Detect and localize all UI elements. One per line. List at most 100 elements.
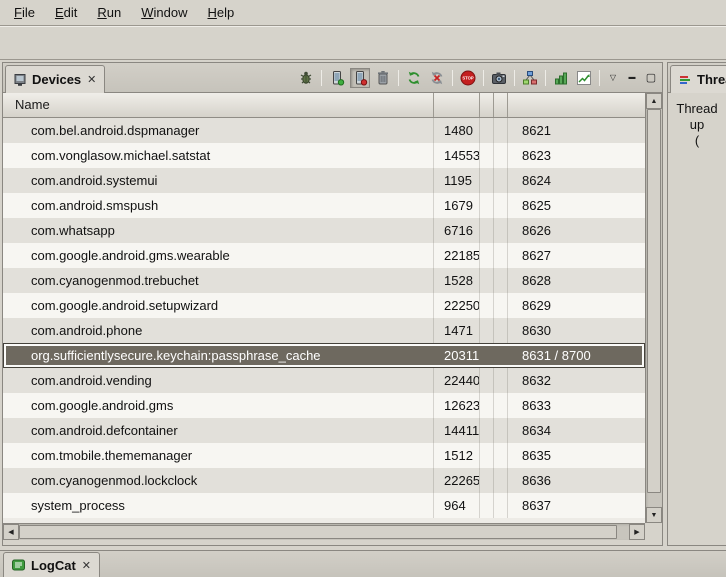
process-cell-empty	[480, 218, 494, 243]
devices-toolbar: STOP ▽ ▬ ▢	[296, 63, 659, 92]
tab-threads[interactable]: Threads	[670, 65, 726, 93]
process-row[interactable]: com.whatsapp 6716 8626	[3, 218, 645, 243]
process-cell-empty	[494, 393, 508, 418]
process-cell-empty	[480, 268, 494, 293]
close-icon[interactable]: ✕	[81, 559, 92, 572]
devices-tab-label: Devices	[32, 72, 81, 87]
process-row[interactable]: com.cyanogenmod.lockclock 22265 8636	[3, 468, 645, 493]
close-icon[interactable]: ✕	[86, 73, 97, 86]
process-cell-empty	[494, 318, 508, 343]
process-cell-empty	[480, 393, 494, 418]
menu-window[interactable]: Window	[131, 2, 197, 23]
menubar: File Edit Run Window Help	[0, 0, 726, 26]
threads-tab-icon	[678, 73, 692, 87]
scroll-down-button[interactable]: ▼	[646, 507, 662, 523]
cause-gc-icon[interactable]	[373, 68, 393, 88]
debug-process-icon[interactable]	[296, 68, 316, 88]
process-row[interactable]: com.android.smspush 1679 8625	[3, 193, 645, 218]
vertical-scrollbar[interactable]: ▲ ▼	[645, 93, 662, 523]
process-row[interactable]: com.android.defcontainer 14411 8634	[3, 418, 645, 443]
menu-run[interactable]: Run	[87, 2, 131, 23]
column-header-name[interactable]: Name	[3, 93, 434, 117]
process-row[interactable]: system_process 964 8637	[3, 493, 645, 518]
process-cell-empty	[494, 493, 508, 518]
process-port: 8625	[508, 193, 645, 218]
process-port: 8630	[508, 318, 645, 343]
system-info-chart-icon[interactable]	[574, 68, 594, 88]
start-method-profiling-icon[interactable]	[427, 68, 447, 88]
dump-hprof-icon[interactable]	[350, 68, 370, 88]
threads-view: Threads Thread up (	[667, 62, 726, 546]
profiling-bars-icon[interactable]	[551, 68, 571, 88]
process-port: 8629	[508, 293, 645, 318]
update-heap-icon[interactable]	[327, 68, 347, 88]
process-name: com.cyanogenmod.trebuchet	[3, 268, 434, 293]
threads-message-line2: (	[668, 133, 726, 149]
process-pid: 22250	[434, 293, 480, 318]
process-name: com.google.android.gms.wearable	[3, 243, 434, 268]
process-row[interactable]: com.android.systemui 1195 8624	[3, 168, 645, 193]
minimize-icon[interactable]: ▬	[624, 68, 640, 88]
process-pid: 20311	[434, 343, 480, 368]
process-row[interactable]: com.vonglasow.michael.satstat 14553 8623	[3, 143, 645, 168]
process-cell-empty	[494, 418, 508, 443]
toolbar-separator	[545, 70, 546, 86]
process-cell-empty	[494, 468, 508, 493]
process-row[interactable]: com.google.android.gms 12623 8633	[3, 393, 645, 418]
process-row[interactable]: com.google.android.setupwizard 22250 862…	[3, 293, 645, 318]
horizontal-scroll-thumb[interactable]	[19, 525, 617, 539]
process-port: 8627	[508, 243, 645, 268]
menu-help[interactable]: Help	[197, 2, 244, 23]
process-port: 8632	[508, 368, 645, 393]
column-header-pid[interactable]	[434, 93, 480, 117]
menu-file[interactable]: File	[4, 2, 45, 23]
scroll-right-button[interactable]: ▶	[629, 524, 645, 540]
process-cell-empty	[480, 118, 494, 143]
threads-tabbar: Threads	[668, 63, 726, 93]
process-row[interactable]: org.sufficientlysecure.keychain:passphra…	[3, 343, 645, 368]
process-cell-empty	[494, 343, 508, 368]
threads-message-line1: Thread up	[668, 101, 726, 133]
toolbar-separator	[452, 70, 453, 86]
process-row[interactable]: com.google.android.gms.wearable 22185 86…	[3, 243, 645, 268]
process-port: 8628	[508, 268, 645, 293]
process-cell-empty	[494, 243, 508, 268]
process-name: com.cyanogenmod.lockclock	[3, 468, 434, 493]
scroll-up-button[interactable]: ▲	[646, 93, 662, 109]
process-row[interactable]: com.android.phone 1471 8630	[3, 318, 645, 343]
menu-edit[interactable]: Edit	[45, 2, 87, 23]
dump-view-hierarchy-icon[interactable]	[520, 68, 540, 88]
process-name: system_process	[3, 493, 434, 518]
devices-tab-icon	[13, 73, 27, 87]
process-cell-empty	[480, 468, 494, 493]
toolbar-separator	[514, 70, 515, 86]
process-cell-empty	[494, 293, 508, 318]
tab-logcat[interactable]: LogCat ✕	[3, 552, 100, 577]
process-cell-empty	[494, 143, 508, 168]
process-row[interactable]: com.android.vending 22440 8632	[3, 368, 645, 393]
process-cell-empty	[494, 218, 508, 243]
process-cell-empty	[480, 418, 494, 443]
process-pid: 1679	[434, 193, 480, 218]
process-row[interactable]: com.tmobile.thememanager 1512 8635	[3, 443, 645, 468]
vertical-scroll-thumb[interactable]	[647, 109, 661, 493]
table-header: Name	[3, 93, 645, 118]
process-row[interactable]: com.cyanogenmod.trebuchet 1528 8628	[3, 268, 645, 293]
threads-tab-label: Threads	[697, 72, 726, 87]
update-threads-icon[interactable]	[404, 68, 424, 88]
process-cell-empty	[480, 293, 494, 318]
process-cell-empty	[494, 368, 508, 393]
screen-capture-icon[interactable]	[489, 68, 509, 88]
logcat-tab-strip: LogCat ✕	[0, 550, 726, 577]
stop-process-icon[interactable]: STOP	[458, 68, 478, 88]
process-cell-empty	[480, 193, 494, 218]
toolbar-separator	[483, 70, 484, 86]
horizontal-scrollbar[interactable]: ◀ ▶	[3, 523, 645, 540]
maximize-icon[interactable]: ▢	[643, 68, 659, 88]
view-menu-icon[interactable]: ▽	[605, 68, 621, 88]
tab-devices[interactable]: Devices ✕	[5, 65, 105, 93]
process-row[interactable]: com.bel.android.dspmanager 1480 8621	[3, 118, 645, 143]
column-header-port[interactable]	[508, 93, 645, 117]
scroll-left-button[interactable]: ◀	[3, 524, 19, 540]
toolbar-separator	[599, 70, 600, 86]
